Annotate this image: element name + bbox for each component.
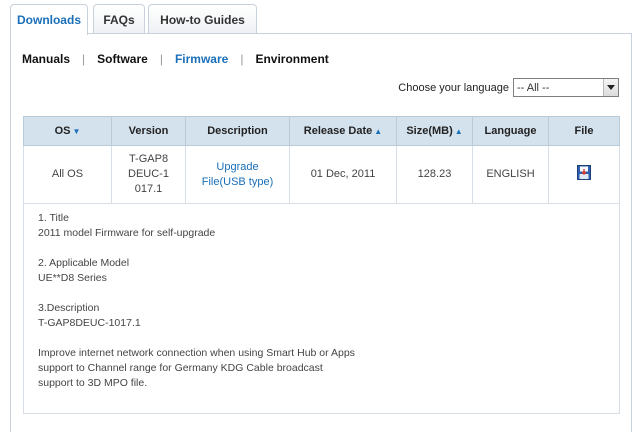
tab-how-to-guides[interactable]: How-to Guides bbox=[148, 4, 257, 34]
category-nav: Manuals | Software | Firmware | Environm… bbox=[22, 52, 329, 66]
details-title-value: 2011 model Firmware for self-upgrade bbox=[38, 227, 216, 239]
firmware-details: 1. Title 2011 model Firmware for self-up… bbox=[23, 203, 620, 414]
nav-firmware[interactable]: Firmware bbox=[175, 52, 228, 66]
language-label: Choose your language bbox=[398, 81, 509, 94]
table-row: All OS T-GAP8DEUC-1017.1 Upgrade File(US… bbox=[23, 145, 620, 204]
cell-language: ENGLISH bbox=[472, 145, 549, 204]
table-header-row: OS ▼ Version Description Release Date ▲ Si… bbox=[23, 116, 620, 146]
save-disk-icon[interactable] bbox=[577, 164, 591, 180]
sort-up-icon[interactable]: ▲ bbox=[455, 127, 463, 136]
details-title-heading: 1. Title bbox=[38, 212, 69, 224]
sort-up-icon[interactable]: ▲ bbox=[374, 127, 382, 136]
nav-manuals[interactable]: Manuals bbox=[22, 52, 70, 66]
language-chooser: Choose your language -- All -- bbox=[398, 78, 619, 97]
downloads-panel: Manuals | Software | Firmware | Environm… bbox=[10, 33, 632, 432]
language-select[interactable]: -- All -- bbox=[513, 78, 619, 97]
nav-environment[interactable]: Environment bbox=[255, 52, 328, 66]
cell-size: 128.23 bbox=[396, 145, 473, 204]
cell-version: T-GAP8DEUC-1017.1 bbox=[111, 145, 186, 204]
cell-os: All OS bbox=[23, 145, 112, 204]
column-header-os[interactable]: OS ▼ bbox=[23, 116, 112, 146]
cell-file bbox=[548, 145, 620, 204]
language-selected-value: -- All -- bbox=[517, 81, 550, 94]
details-note: Improve internet network connection when… bbox=[38, 347, 355, 359]
chevron-down-icon[interactable] bbox=[603, 79, 618, 96]
tab-faqs[interactable]: FAQs bbox=[93, 4, 145, 34]
cell-description: Upgrade File(USB type) bbox=[185, 145, 290, 204]
details-description-heading: 3.Description bbox=[38, 302, 100, 314]
column-header-description: Description bbox=[185, 116, 290, 146]
tab-downloads[interactable]: Downloads bbox=[10, 4, 88, 35]
nav-separator: | bbox=[82, 52, 86, 66]
details-note: support to 3D MPO file. bbox=[38, 377, 148, 389]
column-header-release-date[interactable]: Release Date ▲ bbox=[289, 116, 397, 146]
downloads-table: OS ▼ Version Description Release Date ▲ Si… bbox=[23, 116, 620, 204]
sort-down-icon[interactable]: ▼ bbox=[72, 127, 80, 136]
upgrade-file-link[interactable]: Upgrade File(USB type) bbox=[196, 160, 280, 190]
column-header-version: Version bbox=[111, 116, 186, 146]
cell-release-date: 01 Dec, 2011 bbox=[289, 145, 397, 204]
details-model-heading: 2. Applicable Model bbox=[38, 257, 130, 269]
nav-separator: | bbox=[240, 52, 244, 66]
nav-software[interactable]: Software bbox=[97, 52, 148, 66]
column-header-language: Language bbox=[472, 116, 549, 146]
details-description-value: T-GAP8DEUC-1017.1 bbox=[38, 317, 141, 329]
nav-separator: | bbox=[159, 52, 163, 66]
details-note: support to Channel range for Germany KDG… bbox=[38, 362, 323, 374]
column-header-size[interactable]: Size(MB) ▲ bbox=[396, 116, 473, 146]
details-model-value: UE**D8 Series bbox=[38, 272, 107, 284]
column-header-file: File bbox=[548, 116, 620, 146]
